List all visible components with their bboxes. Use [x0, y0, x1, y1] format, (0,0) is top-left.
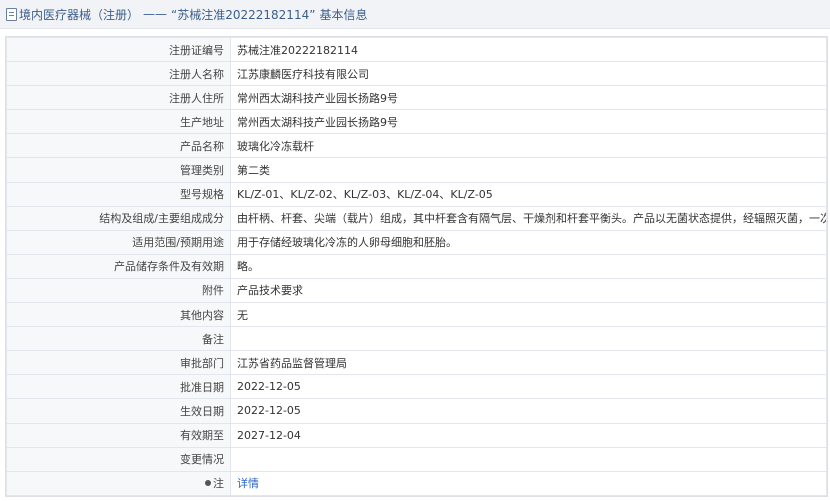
field-value: 第二类	[230, 157, 827, 183]
field-value: 无	[230, 302, 827, 328]
breadcrumb-suffix: 基本信息	[319, 7, 368, 22]
table-row-note: 注详情	[6, 470, 827, 496]
table-row: 适用范围/预期用途 用于存储经玻璃化冷冻的人卵母细胞和胚胎。	[6, 229, 827, 255]
field-value: KL/Z-01、KL/Z-02、KL/Z-03、KL/Z-04、KL/Z-05	[230, 181, 827, 207]
field-value: 江苏康麟医疗科技有限公司	[230, 61, 827, 87]
field-label: 适用范围/预期用途	[6, 229, 231, 255]
table-row: 产品储存条件及有效期 略。	[6, 253, 827, 279]
note-label: 注	[213, 477, 224, 491]
table-row: 注册人住所 常州西太湖科技产业园长扬路9号	[6, 85, 827, 111]
field-value: 产品技术要求	[230, 277, 827, 304]
table-row: 型号规格 KL/Z-01、KL/Z-02、KL/Z-03、KL/Z-04、KL/Z…	[6, 181, 827, 207]
table-row: 其他内容无	[6, 302, 827, 328]
table-row: 审批部门 江苏省药品监督管理局	[6, 350, 827, 376]
field-label: 注册证编号	[6, 36, 231, 63]
breadcrumb-root-link[interactable]: 境内医疗器械（注册）	[19, 6, 139, 23]
document-icon	[6, 7, 17, 21]
details-link[interactable]: 详情	[237, 477, 259, 490]
breadcrumb-separator: ——	[143, 7, 168, 21]
field-label: 生产地址	[6, 109, 231, 135]
field-value: 2022-12-05	[230, 374, 827, 400]
field-label: 有效期至	[6, 422, 231, 448]
table-row: 产品名称 玻璃化冷冻载杆	[6, 133, 827, 159]
note-label-cell: 注	[6, 470, 231, 496]
field-label: 注册人名称	[6, 61, 231, 87]
field-value: 2027-12-04	[230, 422, 827, 448]
detail-table-container: 注册证编号 苏械注准20222182114 注册人名称 江苏康麟医疗科技有限公司 注册人…	[5, 36, 828, 497]
field-value: 苏械注准20222182114	[230, 36, 827, 63]
pin-icon	[205, 480, 211, 487]
field-label: 变更情况	[6, 446, 231, 472]
field-label: 产品名称	[6, 133, 231, 159]
table-row: 注册证编号 苏械注准20222182114	[6, 36, 827, 63]
table-row: 结构及组成/主要组成成分 由杆柄、杆套、尖端（载片）组成，其中杆套含有隔气层、干燥…	[6, 205, 827, 231]
field-label: 注册人住所	[6, 85, 231, 111]
detail-table: 注册证编号 苏械注准20222182114 注册人名称 江苏康麟医疗科技有限公司 注册人…	[6, 36, 827, 496]
field-value: 2022-12-05	[230, 398, 827, 424]
table-row: 注册人名称 江苏康麟医疗科技有限公司	[6, 61, 827, 87]
field-label: 管理类别	[6, 157, 231, 183]
field-value: 略。	[230, 253, 827, 279]
breadcrumb-bar: 境内医疗器械（注册） —— “苏械注准20222182114” 基本信息	[0, 0, 830, 29]
field-value	[230, 446, 827, 472]
field-value: 由杆柄、杆套、尖端（载片）组成，其中杆套含有隔气层、干燥剂和杆套平衡头。产品以无…	[230, 205, 827, 231]
field-label: 审批部门	[6, 350, 231, 376]
field-label: 生效日期	[6, 398, 231, 424]
breadcrumb-title: “苏械注准20222182114”	[171, 7, 316, 22]
table-row: 生产地址 常州西太湖科技产业园长扬路9号	[6, 109, 827, 135]
field-label: 结构及组成/主要组成成分	[6, 205, 231, 231]
field-value: 常州西太湖科技产业园长扬路9号	[230, 109, 827, 135]
field-value: 江苏省药品监督管理局	[230, 350, 827, 376]
field-value: 常州西太湖科技产业园长扬路9号	[230, 85, 827, 111]
table-row: 批准日期 2022-12-05	[6, 374, 827, 400]
field-label: 产品储存条件及有效期	[6, 253, 231, 279]
table-row: 有效期至 2027-12-04	[6, 422, 827, 448]
field-label: 型号规格	[6, 181, 231, 207]
table-row: 变更情况	[6, 446, 827, 472]
field-label: 附件	[6, 277, 231, 304]
table-row: 生效日期 2022-12-05	[6, 398, 827, 424]
note-value-cell: 详情	[230, 470, 827, 496]
field-label: 备注	[6, 326, 231, 352]
field-value: 用于存储经玻璃化冷冻的人卵母细胞和胚胎。	[230, 229, 827, 255]
field-value: 玻璃化冷冻载杆	[230, 133, 827, 159]
table-row: 附件 产品技术要求	[6, 277, 827, 304]
field-label: 其他内容	[6, 302, 231, 328]
field-label: 批准日期	[6, 374, 231, 400]
field-value	[230, 326, 827, 352]
table-row: 备注	[6, 326, 827, 352]
table-row: 管理类别 第二类	[6, 157, 827, 183]
